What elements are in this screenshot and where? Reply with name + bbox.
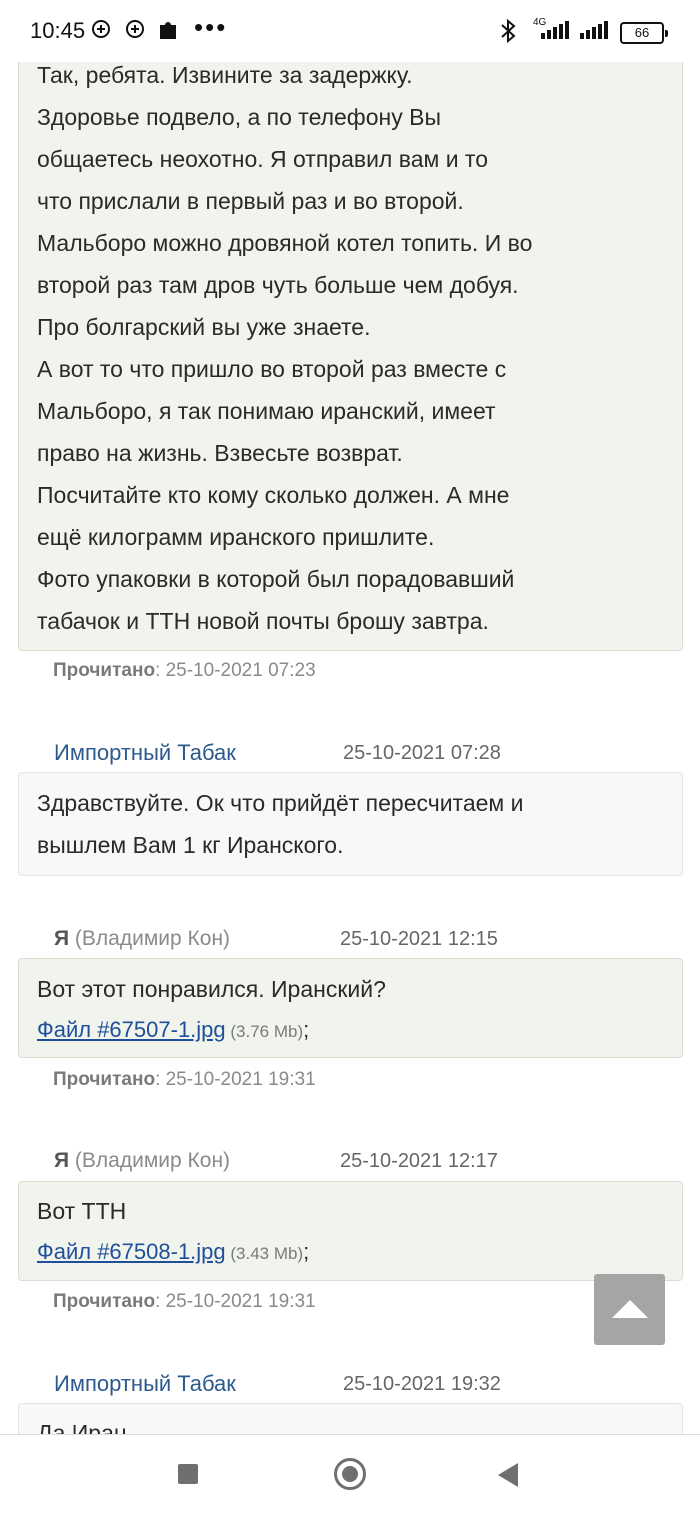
message-text: Вот ТТН — [37, 1198, 127, 1224]
navigation-bar — [0, 1434, 700, 1518]
puzzle-icon — [158, 19, 178, 46]
file-attachment: Файл #67507-1.jpg (3.76 Mb); — [37, 1017, 309, 1043]
read-time: : 25-10-2021 19:31 — [155, 1291, 316, 1312]
sender-name: Импортный Табак — [54, 1371, 236, 1396]
read-status: Прочитано: 25-10-2021 19:31 — [53, 1291, 316, 1313]
message-line: Мальборо, я так понимаю иранский, имеет — [37, 398, 496, 424]
message-line: Посчитайте кто кому сколько должен. А мн… — [37, 482, 510, 508]
scroll-top-button[interactable] — [594, 1274, 665, 1345]
read-status: Прочитано: 25-10-2021 07:23 — [53, 660, 316, 682]
message-line: что прислали в первый раз и во второй. — [37, 188, 464, 214]
message-time: 25-10-2021 12:17 — [340, 1150, 498, 1172]
signal-icon — [578, 19, 614, 46]
message-line: ещё килограмм иранского пришлите. — [37, 524, 435, 550]
status-bar: 10:45 ••• 4G 66 — [0, 0, 700, 62]
message-time: 25-10-2021 07:28 — [343, 742, 501, 764]
more-dots-icon: ••• — [194, 12, 228, 42]
read-label: Прочитано — [53, 660, 156, 681]
message-line: табачок и ТТН новой почты брошу завтра. — [37, 608, 489, 634]
circle-icon[interactable] — [334, 1458, 366, 1490]
bluetooth-icon — [498, 18, 518, 48]
square-icon[interactable] — [178, 1464, 198, 1484]
triangle-icon[interactable] — [498, 1463, 518, 1487]
message-line: А вот то что пришло во второй раз вместе… — [37, 356, 507, 382]
message-line: вышлем Вам 1 кг Иранского. — [37, 832, 344, 858]
sender-name: (Владимир Кон) — [69, 1149, 231, 1172]
read-status: Прочитано: 25-10-2021 19:31 — [53, 1069, 316, 1091]
file-size: (3.76 Mb) — [225, 1022, 304, 1041]
message-line: Мальборо можно дровяной котел топить. И … — [37, 230, 533, 256]
message-time: 25-10-2021 19:32 — [343, 1373, 501, 1395]
sender-me: Я (Владимир Кон) — [54, 927, 230, 951]
message-time: 25-10-2021 12:15 — [340, 928, 498, 950]
sender-me: Я (Владимир Кон) — [54, 1149, 230, 1173]
location-plus-icon — [124, 19, 146, 46]
sender-me-label: Я — [54, 1149, 70, 1172]
sender-name: Импортный Табак — [54, 740, 236, 765]
signal-icon — [529, 19, 573, 46]
message-line: Здравствуйте. Ок что прийдёт пересчитаем… — [37, 790, 524, 816]
message-line: Про болгарский вы уже знаете. — [37, 314, 371, 340]
read-time: : 25-10-2021 07:23 — [155, 660, 316, 681]
file-attachment: Файл #67508-1.jpg (3.43 Mb); — [37, 1239, 309, 1265]
message-line: общаетесь неохотно. Я отправил вам и то — [37, 146, 489, 172]
message-text: Вот этот понравился. Иранский? — [37, 976, 386, 1002]
location-plus-icon — [90, 19, 112, 46]
message-line: Здоровье подвело, а по телефону Вы — [37, 104, 441, 130]
read-label: Прочитано — [53, 1291, 156, 1312]
sender-me-label: Я — [54, 927, 70, 950]
message-line: Фото упаковки в которой был порадовавший — [37, 566, 515, 592]
read-time: : 25-10-2021 19:31 — [155, 1069, 316, 1090]
file-size: (3.43 Mb) — [225, 1244, 304, 1263]
file-separator: ; — [303, 1017, 310, 1042]
message-line: второй раз там дров чуть больше чем добу… — [37, 272, 519, 298]
file-link[interactable]: Файл #67508-1.jpg — [37, 1239, 226, 1264]
file-link[interactable]: Файл #67507-1.jpg — [37, 1017, 226, 1042]
sender-name: (Владимир Кон) — [69, 927, 231, 950]
status-time: 10:45 — [30, 18, 86, 43]
battery-icon: 66 — [620, 22, 668, 44]
message-line: право на жизнь. Взвесьте возврат. — [37, 440, 403, 466]
file-separator: ; — [303, 1239, 310, 1264]
read-label: Прочитано — [53, 1069, 156, 1090]
